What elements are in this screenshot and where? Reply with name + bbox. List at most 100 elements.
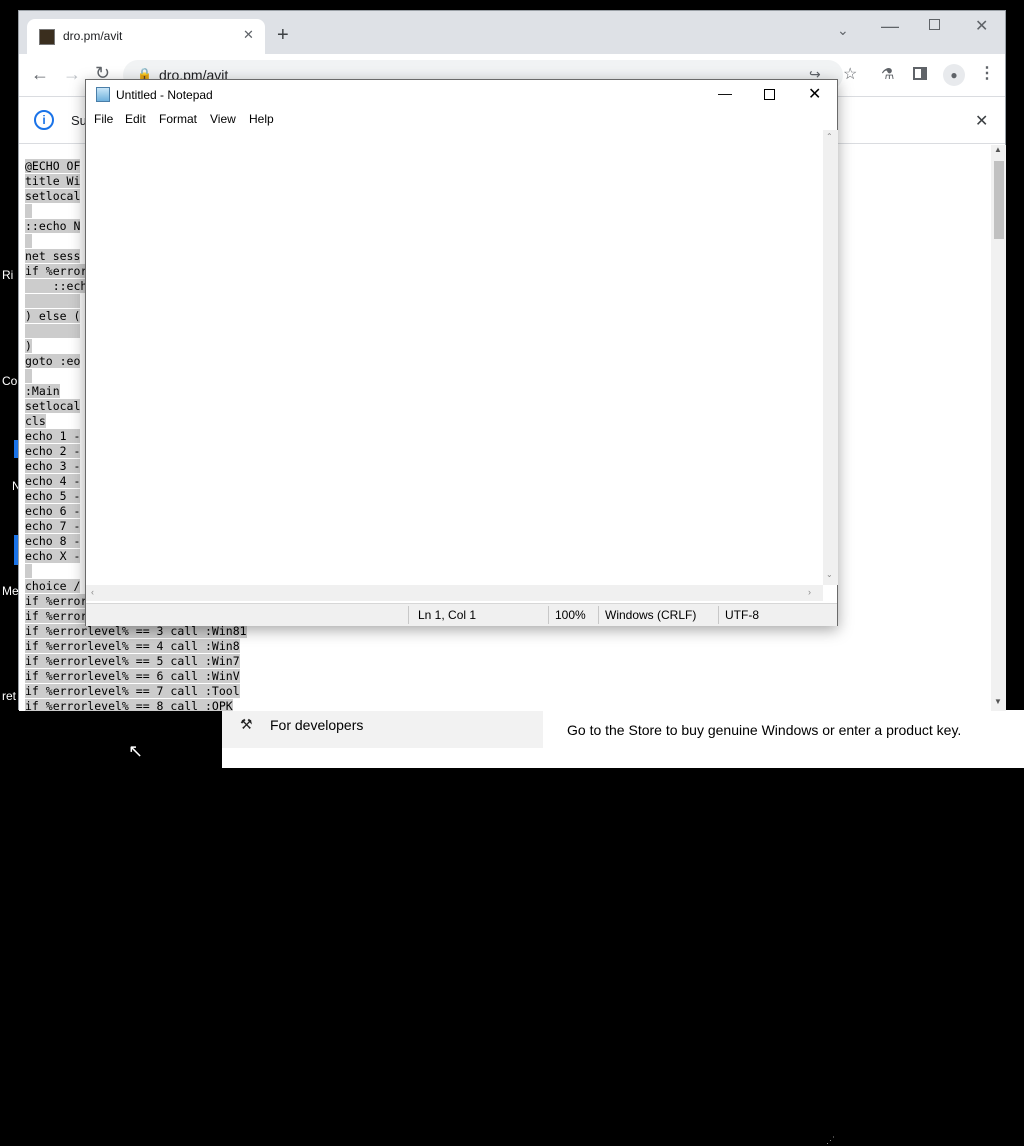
maximize-button[interactable]	[929, 19, 940, 30]
window-close-button[interactable]: ✕	[808, 84, 821, 104]
page-scrollbar[interactable]: ▲ ▼	[991, 145, 1006, 711]
labs-flask-icon[interactable]: ⚗	[881, 65, 894, 83]
code-line-text: choice /	[25, 579, 81, 593]
status-separator	[718, 606, 719, 624]
code-line-text: echo 8 -	[25, 534, 81, 548]
code-line-text: echo 4 -	[25, 474, 81, 488]
scroll-down-arrow-icon[interactable]: ⌄	[826, 570, 833, 579]
code-line-text: setlocal	[25, 399, 81, 413]
window-title: Untitled - Notepad	[116, 88, 213, 102]
code-line-text: echo 7 -	[25, 519, 81, 533]
developer-tools-icon: ⚒	[240, 716, 253, 732]
side-panel-icon[interactable]	[913, 67, 927, 80]
activation-message: Go to the Store to buy genuine Windows o…	[567, 722, 962, 738]
code-line-text	[25, 564, 32, 578]
desktop-icon-label: Ri	[2, 268, 14, 282]
more-menu-icon[interactable]: ⋮	[979, 63, 995, 83]
menu-view[interactable]: View	[210, 112, 236, 126]
code-line-text: :Main	[25, 384, 60, 398]
code-line-text	[25, 294, 81, 308]
code-line-text: if %error	[25, 609, 88, 623]
scroll-down-arrow-icon[interactable]: ▼	[994, 697, 1002, 706]
code-line-text: ) else (	[25, 309, 81, 323]
code-line: if %errorlevel% == 8 call :OPK	[25, 699, 247, 711]
code-line-text: cls	[25, 414, 46, 428]
status-separator	[408, 606, 409, 624]
code-line-text: ::ech	[25, 279, 88, 293]
tab-strip: dro.pm/avit ✕ + ⌄ — ✕	[19, 11, 1005, 54]
editor-horizontal-scrollbar[interactable]: ‹ ›	[86, 585, 823, 601]
code-line-text: echo 6 -	[25, 504, 81, 518]
close-icon[interactable]: ✕	[975, 111, 988, 131]
browser-tab[interactable]: dro.pm/avit ✕	[27, 19, 265, 54]
code-line-text: if %error	[25, 264, 88, 278]
code-line-text: if %errorlevel% == 6 call :WinV	[25, 669, 240, 683]
profile-avatar-icon[interactable]: ●	[943, 64, 965, 86]
resize-grip-icon[interactable]: ⋰	[826, 1135, 835, 1146]
code-line-text: net sess	[25, 249, 81, 263]
close-icon[interactable]: ✕	[243, 27, 254, 43]
status-separator	[598, 606, 599, 624]
notepad-title-bar[interactable]: Untitled - Notepad — ✕	[86, 80, 837, 110]
notepad-window: Untitled - Notepad — ✕ File Edit Format …	[85, 79, 838, 1145]
settings-window: ⚒ For developers Go to the Store to buy …	[222, 710, 1024, 768]
code-line-text: echo X -	[25, 549, 81, 563]
cursor-position: Ln 1, Col 1	[418, 608, 477, 622]
code-line-text: echo 2 -	[25, 444, 81, 458]
code-line-text: echo 3 -	[25, 459, 81, 473]
code-line-text: )	[25, 339, 32, 353]
code-line-text: echo 5 -	[25, 489, 81, 503]
code-line: if %errorlevel% == 6 call :WinV	[25, 669, 247, 684]
bookmark-star-icon[interactable]: ☆	[843, 64, 857, 84]
code-line-text: setlocal	[25, 189, 81, 203]
scroll-left-arrow-icon[interactable]: ‹	[91, 587, 94, 597]
code-line: if %errorlevel% == 3 call :Win81	[25, 624, 247, 639]
code-line-text: if %errorlevel% == 3 call :Win81	[25, 624, 247, 638]
scroll-right-arrow-icon[interactable]: ›	[808, 587, 811, 597]
menu-edit[interactable]: Edit	[125, 112, 146, 126]
back-arrow-icon[interactable]: ←	[31, 64, 49, 85]
code-line-text: if %errorlevel% == 4 call :Win8	[25, 639, 240, 653]
desktop-icon-label: Me	[2, 584, 19, 598]
scroll-up-arrow-icon[interactable]: ⌃	[826, 132, 833, 141]
mouse-cursor-icon: ↖	[128, 741, 144, 761]
line-endings: Windows (CRLF)	[605, 608, 697, 622]
tab-search-icon[interactable]: ⌄	[837, 22, 849, 39]
code-line-text: if %errorlevel% == 8 call :OPK	[25, 699, 233, 711]
menu-format[interactable]: Format	[159, 112, 197, 126]
menu-help[interactable]: Help	[249, 112, 274, 126]
code-line-text: if %error	[25, 594, 88, 608]
editor-vertical-scrollbar[interactable]: ⌃ ⌄	[823, 130, 838, 585]
desktop-background: Ri Co N Me ret	[0, 95, 21, 710]
minimize-button[interactable]: —	[881, 16, 899, 37]
tab-title: dro.pm/avit	[63, 29, 123, 43]
forward-arrow-icon[interactable]: →	[63, 64, 81, 85]
settings-nav-item-developers[interactable]: ⚒ For developers	[222, 710, 543, 748]
scroll-up-arrow-icon[interactable]: ▲	[994, 145, 1002, 154]
info-icon: i	[34, 110, 54, 130]
code-line-text: if %errorlevel% == 7 call :Tool	[25, 684, 240, 698]
favicon-icon	[39, 29, 55, 45]
text-editor-area[interactable]	[86, 130, 823, 585]
notepad-icon	[96, 87, 110, 102]
window-close-button[interactable]: ✕	[975, 16, 988, 36]
code-line-text: @ECHO OF	[25, 159, 81, 173]
code-line: if %errorlevel% == 5 call :Win7	[25, 654, 247, 669]
new-tab-button[interactable]: +	[277, 25, 289, 45]
status-bar: Ln 1, Col 1 100% Windows (CRLF) UTF-8 ⋰	[86, 603, 837, 1145]
code-line-text: echo 1 -	[25, 429, 81, 443]
code-line: if %errorlevel% == 7 call :Tool	[25, 684, 247, 699]
desktop-icon-label: ret	[2, 689, 17, 703]
code-line-text: title Wi	[25, 174, 81, 188]
code-line-text	[25, 204, 32, 218]
code-line-text	[25, 369, 32, 383]
scrollbar-thumb[interactable]	[994, 161, 1004, 239]
menu-bar: File Edit Format View Help	[86, 110, 837, 130]
settings-nav-label: For developers	[270, 717, 364, 733]
minimize-button[interactable]: —	[718, 85, 732, 101]
status-separator	[548, 606, 549, 624]
code-line-text	[25, 234, 32, 248]
code-line-text: goto :eo	[25, 354, 81, 368]
maximize-button[interactable]	[764, 89, 775, 100]
menu-file[interactable]: File	[94, 112, 113, 126]
